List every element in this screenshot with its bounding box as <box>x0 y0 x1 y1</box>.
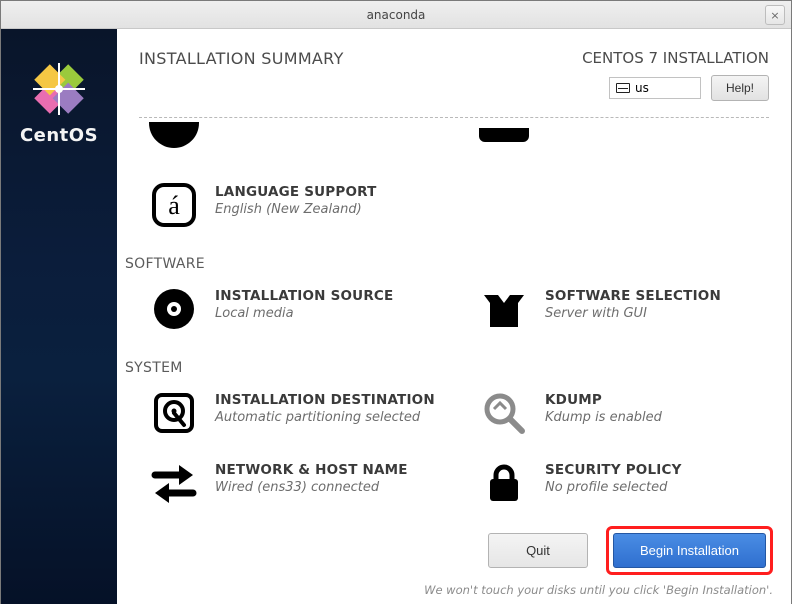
window-body: CentOS INSTALLATION SUMMARY CENTOS 7 INS… <box>1 29 791 604</box>
spoke-title: KDUMP <box>545 392 662 408</box>
spoke-software-selection[interactable]: SOFTWARE SELECTION Server with GUI <box>479 274 779 344</box>
category-software: SOFTWARE <box>119 240 781 274</box>
spoke-installation-source[interactable]: INSTALLATION SOURCE Local media <box>149 274 449 344</box>
window-close-button[interactable]: × <box>765 5 785 25</box>
spoke-title: SOFTWARE SELECTION <box>545 288 721 304</box>
language-a-icon: á <box>149 180 199 230</box>
clipped-icon <box>479 118 529 160</box>
begin-installation-button[interactable]: Begin Installation <box>613 533 766 568</box>
centos-logo-icon <box>31 61 87 117</box>
product-name: CentOS <box>20 125 98 146</box>
titlebar: anaconda × <box>1 1 791 29</box>
spoke-subtitle: No profile selected <box>545 480 682 495</box>
lock-icon <box>479 458 529 508</box>
spoke-security-policy[interactable]: SECURITY POLICY No profile selected <box>479 448 779 518</box>
spoke-title: SECURITY POLICY <box>545 462 682 478</box>
network-arrows-icon <box>149 458 199 508</box>
brand-label: CENTOS 7 INSTALLATION <box>582 49 769 67</box>
spoke-subtitle: Wired (ens33) connected <box>215 480 408 495</box>
sidebar: CentOS <box>1 29 117 604</box>
footer-hint: We won't touch your disks until you clic… <box>135 583 773 597</box>
spoke-subtitle: Local media <box>215 306 393 321</box>
keyboard-layout-text: us <box>635 81 649 95</box>
spoke-subtitle: English (New Zealand) <box>215 202 377 217</box>
clipped-icon <box>149 118 199 160</box>
package-open-icon <box>479 284 529 334</box>
footer: Quit Begin Installation We won't touch y… <box>117 518 791 604</box>
header: INSTALLATION SUMMARY CENTOS 7 INSTALLATI… <box>117 29 791 111</box>
spoke-subtitle: Automatic partitioning selected <box>215 410 435 425</box>
anaconda-window: anaconda × CentOS INSTALLATION SUMMARY <box>0 0 792 604</box>
spoke-title: LANGUAGE SUPPORT <box>215 184 377 200</box>
keyboard-layout-selector[interactable]: us <box>609 77 701 99</box>
spoke-title: INSTALLATION SOURCE <box>215 288 393 304</box>
spoke-installation-destination[interactable]: INSTALLATION DESTINATION Automatic parti… <box>149 378 449 448</box>
begin-installation-highlight: Begin Installation <box>606 526 773 575</box>
main-pane: INSTALLATION SUMMARY CENTOS 7 INSTALLATI… <box>117 29 791 604</box>
spoke-title: INSTALLATION DESTINATION <box>215 392 435 408</box>
header-right: CENTOS 7 INSTALLATION us Help! <box>582 49 769 101</box>
spoke-subtitle: Server with GUI <box>545 306 721 321</box>
svg-text:á: á <box>168 191 180 220</box>
keyboard-icon <box>616 83 630 93</box>
magnifier-icon <box>479 388 529 438</box>
spoke-network-hostname[interactable]: NETWORK & HOST NAME Wired (ens33) connec… <box>149 448 449 518</box>
spoke-area: á LANGUAGE SUPPORT English (New Zealand)… <box>117 118 791 518</box>
spoke-subtitle: Kdump is enabled <box>545 410 662 425</box>
optical-disc-icon <box>149 284 199 334</box>
help-button[interactable]: Help! <box>711 75 769 101</box>
category-system: SYSTEM <box>119 344 781 378</box>
spoke-kdump[interactable]: KDUMP Kdump is enabled <box>479 378 779 448</box>
hard-disk-icon <box>149 388 199 438</box>
spoke-title: NETWORK & HOST NAME <box>215 462 408 478</box>
window-title: anaconda <box>367 8 426 22</box>
quit-button[interactable]: Quit <box>488 533 588 568</box>
page-title: INSTALLATION SUMMARY <box>139 49 344 68</box>
spoke-language-support[interactable]: á LANGUAGE SUPPORT English (New Zealand) <box>149 170 449 240</box>
close-icon: × <box>770 9 779 22</box>
